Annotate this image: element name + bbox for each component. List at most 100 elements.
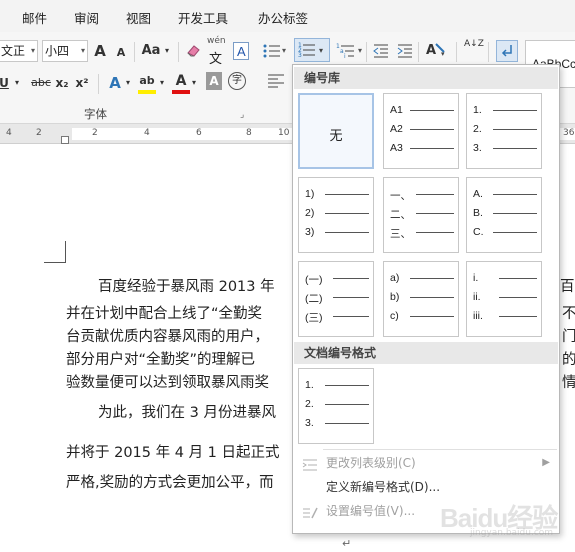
tab-mail[interactable]: 邮件 <box>22 8 47 27</box>
numbering-option[interactable]: A. B. C. <box>466 177 542 253</box>
font-color-bar <box>172 90 190 94</box>
indent-marker[interactable] <box>61 136 69 144</box>
tab-office-tab[interactable]: 办公标签 <box>258 8 308 27</box>
doc-line: 百度经验于暴风雨 2013 年 <box>98 279 275 295</box>
document-formats-title: 文档编号格式 <box>294 342 558 364</box>
doc-line: 严格,奖励的方式会更加公平，而 <box>66 475 274 491</box>
tab-view[interactable]: 视图 <box>126 8 151 27</box>
number-label: 2. <box>473 123 482 135</box>
chevron-right-icon: ▶ <box>542 457 550 468</box>
numbering-library-title: 编号库 <box>294 67 558 89</box>
numbering-option[interactable]: 一、 二、 三、 <box>383 177 459 253</box>
chevron-down-icon[interactable]: ▾ <box>158 72 166 94</box>
char-shading-button[interactable]: A <box>206 72 222 90</box>
chevron-down-icon[interactable]: ▾ <box>162 40 172 62</box>
underline-button[interactable]: U <box>0 72 10 94</box>
numbering-button[interactable]: 1 2 3 ▾ <box>294 38 330 62</box>
show-marks-icon[interactable] <box>496 40 518 62</box>
sample-line <box>325 232 369 233</box>
numbering-option[interactable]: a) b) c) <box>383 261 459 337</box>
tab-developer[interactable]: 开发工具 <box>178 8 228 27</box>
align-left-icon[interactable] <box>266 72 286 90</box>
number-label: C. <box>473 226 484 238</box>
pinyin-guide-button[interactable]: 文 <box>209 48 222 67</box>
sample-line <box>325 423 369 424</box>
multilevel-list-icon[interactable]: 1ai <box>336 42 356 60</box>
separator <box>178 42 179 62</box>
sample-line <box>493 213 537 214</box>
chevron-down-icon[interactable]: ▾ <box>358 46 362 55</box>
numbering-option[interactable]: 1. 2. 3. <box>466 93 542 169</box>
sample-line <box>325 385 369 386</box>
chinese-layout-icon[interactable]: A ▾ <box>424 40 448 60</box>
font-name-value: 文正 <box>1 44 26 58</box>
number-label: i. <box>473 272 479 284</box>
sample-line <box>416 232 454 233</box>
doc-line-fragment: 不 <box>562 306 575 322</box>
numbering-option[interactable]: i. ii. iii. <box>466 261 542 337</box>
chevron-down-icon[interactable]: ▾ <box>282 46 286 55</box>
font-size-combo[interactable]: 小四 ▾ <box>42 40 88 62</box>
decrease-indent-icon[interactable] <box>372 42 390 60</box>
doc-line: 台贡献优质内容暴风雨的用户， <box>66 329 269 345</box>
number-label: ii. <box>473 291 481 303</box>
chevron-down-icon[interactable]: ▾ <box>190 72 198 94</box>
svg-text:▾: ▾ <box>319 46 323 55</box>
dialog-launcher-icon[interactable]: ⌟ <box>240 110 244 120</box>
strikethrough-button[interactable]: abc <box>30 72 52 94</box>
text-effect-button[interactable]: A <box>106 72 124 94</box>
ruler-number: 2 <box>36 128 42 138</box>
change-case-button[interactable]: Aa <box>140 40 162 62</box>
svg-text:A: A <box>426 43 436 58</box>
chevron-down-icon[interactable]: ▾ <box>12 72 22 94</box>
number-label: (一) <box>305 274 323 286</box>
sample-line <box>410 129 454 130</box>
number-label: 2. <box>305 398 314 410</box>
sample-line <box>333 316 369 317</box>
numbering-option[interactable]: (一) (二) (三) <box>298 261 374 337</box>
bullets-icon[interactable] <box>262 42 282 60</box>
change-list-level-item[interactable]: 更改列表级别(C) ▶ <box>294 451 558 475</box>
font-color-button[interactable]: A <box>172 70 190 92</box>
font-size-value: 小四 <box>45 44 70 58</box>
numbering-none-option[interactable]: 无 <box>298 93 374 169</box>
separator <box>98 74 99 94</box>
grow-font-button[interactable]: A <box>92 40 108 62</box>
sample-line <box>493 110 537 111</box>
sample-line <box>333 278 369 279</box>
doc-line: 为此，我们在 3 月份进暴风 <box>98 405 276 421</box>
superscript-button[interactable]: x² <box>74 72 90 94</box>
shrink-font-button[interactable]: A <box>114 42 128 64</box>
separator <box>456 42 457 62</box>
number-label: b) <box>390 291 400 303</box>
doc-line: 并在计划中配合上线了“全勤奖 <box>66 306 263 322</box>
define-new-format-item[interactable]: 定义新编号格式(D)... <box>294 475 558 499</box>
sample-line <box>325 213 369 214</box>
chevron-down-icon[interactable]: ▾ <box>124 72 132 94</box>
numbering-option[interactable]: A1 A2 A3 <box>383 93 459 169</box>
document-numbering-option[interactable]: 1. 2. 3. <box>298 368 374 444</box>
subscript-button[interactable]: x₂ <box>54 72 70 94</box>
highlight-button[interactable]: ab <box>136 70 158 92</box>
font-name-combo[interactable]: 文正 ▾ <box>0 40 38 62</box>
enclose-char-button[interactable]: 字 <box>228 72 246 90</box>
number-label: 1. <box>473 104 482 116</box>
number-label: c) <box>390 310 399 322</box>
clear-format-icon[interactable] <box>186 42 200 58</box>
number-label: 3) <box>305 226 315 238</box>
tab-review[interactable]: 审阅 <box>74 8 99 27</box>
number-label: 3. <box>473 142 482 154</box>
sample-line <box>499 316 537 317</box>
ruler-number: 10 <box>278 128 290 138</box>
chevron-down-icon: ▾ <box>80 46 85 55</box>
char-border-icon[interactable]: A <box>233 42 249 60</box>
number-label: (三) <box>305 312 323 324</box>
number-label: A. <box>473 188 483 200</box>
number-label: 1. <box>305 379 314 391</box>
numbering-option[interactable]: 1) 2) 3) <box>298 177 374 253</box>
menu-item-label: 定义新编号格式(D)... <box>326 480 441 494</box>
paragraph-mark: ↵ <box>342 537 352 550</box>
increase-indent-icon[interactable] <box>396 42 414 60</box>
menu-item-label: 设置编号值(V)... <box>326 504 416 518</box>
sort-icon[interactable]: A↓Z <box>464 40 484 60</box>
